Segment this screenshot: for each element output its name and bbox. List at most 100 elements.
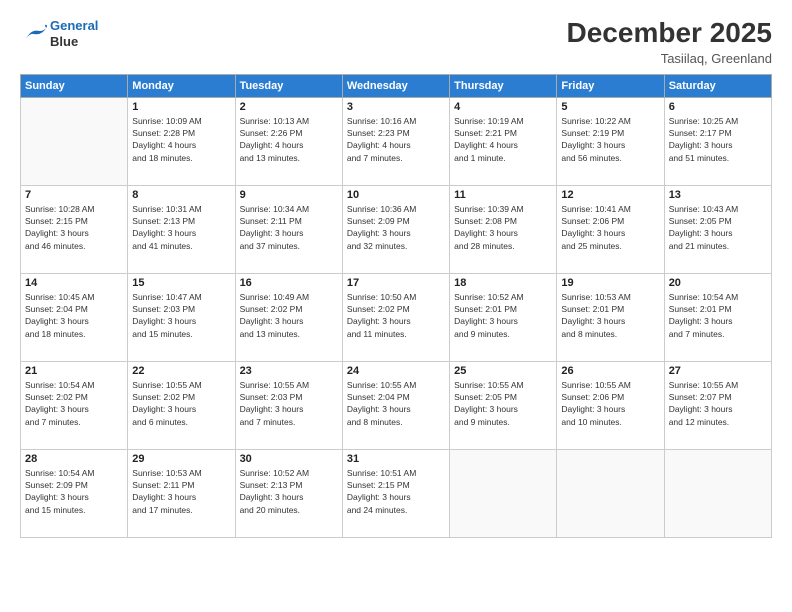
table-row: 30 Sunrise: 10:52 AM Sunset: 2:13 PM Dayl… bbox=[235, 449, 342, 537]
day-info: Sunrise: 10:53 AM Sunset: 2:11 PM Daylig… bbox=[132, 467, 230, 516]
table-row: 13Sunrise: 10:43 AM Sunset: 2:05 PM Dayl… bbox=[664, 185, 771, 273]
day-info: Sunrise: 10:34 AM Sunset: 2:11 PM Daylig… bbox=[240, 203, 338, 252]
month-title: December 2025 bbox=[567, 18, 772, 49]
day-info: Sunrise: 10:22 AM Sunset: 2:19 PM Daylig… bbox=[561, 115, 659, 164]
table-row: 5 Sunrise: 10:22 AM Sunset: 2:19 PM Dayli… bbox=[557, 97, 664, 185]
day-info: Sunrise: 10:31 AM Sunset: 2:13 PM Daylig… bbox=[132, 203, 230, 252]
table-row: 24 Sunrise: 10:55 AM Sunset: 2:04 PM Dayl… bbox=[342, 361, 449, 449]
table-row bbox=[21, 97, 128, 185]
header-tuesday: Tuesday bbox=[235, 74, 342, 97]
day-info: Sunrise: 10:54 AM Sunset: 2:02 PM Daylig… bbox=[25, 379, 123, 428]
day-number: 2 bbox=[240, 101, 338, 113]
calendar-table: Sunday Monday Tuesday Wednesday Thursday… bbox=[20, 74, 772, 538]
day-number: 18 bbox=[454, 277, 552, 289]
day-number: 28 bbox=[25, 453, 123, 465]
day-info: Sunrise: 10:25 AM Sunset: 2:17 PM Daylig… bbox=[669, 115, 767, 164]
table-row: 20 Sunrise: 10:54 AM Sunset: 2:01 PM Dayl… bbox=[664, 273, 771, 361]
table-row bbox=[450, 449, 557, 537]
table-row: 8Sunrise: 10:31 AM Sunset: 2:13 PM Dayli… bbox=[128, 185, 235, 273]
day-info: Sunrise: 10:54 AM Sunset: 2:01 PM Daylig… bbox=[669, 291, 767, 340]
day-number: 13 bbox=[669, 189, 767, 201]
table-row: 10 Sunrise: 10:36 AM Sunset: 2:09 PM Dayl… bbox=[342, 185, 449, 273]
day-info: Sunrise: 10:36 AM Sunset: 2:09 PM Daylig… bbox=[347, 203, 445, 252]
table-row: 28 Sunrise: 10:54 AM Sunset: 2:09 PM Dayl… bbox=[21, 449, 128, 537]
table-row: 12Sunrise: 10:41 AM Sunset: 2:06 PM Dayl… bbox=[557, 185, 664, 273]
table-row: 11Sunrise: 10:39 AM Sunset: 2:08 PM Dayl… bbox=[450, 185, 557, 273]
calendar-week-row: 1 Sunrise: 10:09 AM Sunset: 2:28 PM Dayli… bbox=[21, 97, 772, 185]
day-number: 15 bbox=[132, 277, 230, 289]
page-header: General Blue December 2025 Tasiilaq, Gre… bbox=[20, 18, 772, 66]
calendar-week-row: 7 Sunrise: 10:28 AM Sunset: 2:15 PM Dayli… bbox=[21, 185, 772, 273]
day-number: 17 bbox=[347, 277, 445, 289]
day-number: 26 bbox=[561, 365, 659, 377]
table-row: 1 Sunrise: 10:09 AM Sunset: 2:28 PM Dayli… bbox=[128, 97, 235, 185]
table-row: 25Sunrise: 10:55 AM Sunset: 2:05 PM Dayl… bbox=[450, 361, 557, 449]
table-row: 3 Sunrise: 10:16 AM Sunset: 2:23 PM Dayli… bbox=[342, 97, 449, 185]
calendar-week-row: 28 Sunrise: 10:54 AM Sunset: 2:09 PM Dayl… bbox=[21, 449, 772, 537]
day-info: Sunrise: 10:55 AM Sunset: 2:07 PM Daylig… bbox=[669, 379, 767, 428]
table-row: 14Sunrise: 10:45 AM Sunset: 2:04 PM Dayl… bbox=[21, 273, 128, 361]
day-info: Sunrise: 10:45 AM Sunset: 2:04 PM Daylig… bbox=[25, 291, 123, 340]
day-info: Sunrise: 10:28 AM Sunset: 2:15 PM Daylig… bbox=[25, 203, 123, 252]
table-row: 26 Sunrise: 10:55 AM Sunset: 2:06 PM Dayl… bbox=[557, 361, 664, 449]
logo-text: General Blue bbox=[50, 18, 98, 49]
day-info: Sunrise: 10:39 AM Sunset: 2:08 PM Daylig… bbox=[454, 203, 552, 252]
table-row: 2 Sunrise: 10:13 AM Sunset: 2:26 PM Dayli… bbox=[235, 97, 342, 185]
day-info: Sunrise: 10:55 AM Sunset: 2:04 PM Daylig… bbox=[347, 379, 445, 428]
table-row: 23Sunrise: 10:55 AM Sunset: 2:03 PM Dayl… bbox=[235, 361, 342, 449]
logo-bird-icon bbox=[20, 23, 48, 45]
table-row: 4 Sunrise: 10:19 AM Sunset: 2:21 PM Dayli… bbox=[450, 97, 557, 185]
table-row: 6 Sunrise: 10:25 AM Sunset: 2:17 PM Dayli… bbox=[664, 97, 771, 185]
day-info: Sunrise: 10:55 AM Sunset: 2:05 PM Daylig… bbox=[454, 379, 552, 428]
day-number: 10 bbox=[347, 189, 445, 201]
table-row: 21 Sunrise: 10:54 AM Sunset: 2:02 PM Dayl… bbox=[21, 361, 128, 449]
day-info: Sunrise: 10:41 AM Sunset: 2:06 PM Daylig… bbox=[561, 203, 659, 252]
day-info: Sunrise: 10:47 AM Sunset: 2:03 PM Daylig… bbox=[132, 291, 230, 340]
day-number: 6 bbox=[669, 101, 767, 113]
table-row: 31Sunrise: 10:51 AM Sunset: 2:15 PM Dayl… bbox=[342, 449, 449, 537]
day-info: Sunrise: 10:16 AM Sunset: 2:23 PM Daylig… bbox=[347, 115, 445, 164]
day-number: 7 bbox=[25, 189, 123, 201]
location: Tasiilaq, Greenland bbox=[567, 51, 772, 66]
day-number: 19 bbox=[561, 277, 659, 289]
day-info: Sunrise: 10:52 AM Sunset: 2:13 PM Daylig… bbox=[240, 467, 338, 516]
day-info: Sunrise: 10:52 AM Sunset: 2:01 PM Daylig… bbox=[454, 291, 552, 340]
day-info: Sunrise: 10:55 AM Sunset: 2:06 PM Daylig… bbox=[561, 379, 659, 428]
calendar-page: General Blue December 2025 Tasiilaq, Gre… bbox=[0, 0, 792, 612]
day-number: 23 bbox=[240, 365, 338, 377]
day-number: 29 bbox=[132, 453, 230, 465]
day-info: Sunrise: 10:54 AM Sunset: 2:09 PM Daylig… bbox=[25, 467, 123, 516]
day-info: Sunrise: 10:49 AM Sunset: 2:02 PM Daylig… bbox=[240, 291, 338, 340]
table-row: 15 Sunrise: 10:47 AM Sunset: 2:03 PM Dayl… bbox=[128, 273, 235, 361]
day-info: Sunrise: 10:19 AM Sunset: 2:21 PM Daylig… bbox=[454, 115, 552, 164]
table-row: 7 Sunrise: 10:28 AM Sunset: 2:15 PM Dayli… bbox=[21, 185, 128, 273]
table-row: 17Sunrise: 10:50 AM Sunset: 2:02 PM Dayl… bbox=[342, 273, 449, 361]
day-info: Sunrise: 10:13 AM Sunset: 2:26 PM Daylig… bbox=[240, 115, 338, 164]
day-info: Sunrise: 10:09 AM Sunset: 2:28 PM Daylig… bbox=[132, 115, 230, 164]
table-row: 27 Sunrise: 10:55 AM Sunset: 2:07 PM Dayl… bbox=[664, 361, 771, 449]
day-number: 20 bbox=[669, 277, 767, 289]
day-info: Sunrise: 10:55 AM Sunset: 2:02 PM Daylig… bbox=[132, 379, 230, 428]
table-row: 16 Sunrise: 10:49 AM Sunset: 2:02 PM Dayl… bbox=[235, 273, 342, 361]
calendar-header-row: Sunday Monday Tuesday Wednesday Thursday… bbox=[21, 74, 772, 97]
title-block: December 2025 Tasiilaq, Greenland bbox=[567, 18, 772, 66]
calendar-week-row: 21 Sunrise: 10:54 AM Sunset: 2:02 PM Dayl… bbox=[21, 361, 772, 449]
day-number: 21 bbox=[25, 365, 123, 377]
table-row bbox=[557, 449, 664, 537]
day-number: 27 bbox=[669, 365, 767, 377]
day-number: 30 bbox=[240, 453, 338, 465]
day-number: 24 bbox=[347, 365, 445, 377]
day-number: 3 bbox=[347, 101, 445, 113]
table-row: 22Sunrise: 10:55 AM Sunset: 2:02 PM Dayl… bbox=[128, 361, 235, 449]
day-number: 9 bbox=[240, 189, 338, 201]
day-number: 31 bbox=[347, 453, 445, 465]
table-row: 9 Sunrise: 10:34 AM Sunset: 2:11 PM Dayli… bbox=[235, 185, 342, 273]
header-sunday: Sunday bbox=[21, 74, 128, 97]
day-number: 4 bbox=[454, 101, 552, 113]
day-number: 1 bbox=[132, 101, 230, 113]
day-number: 5 bbox=[561, 101, 659, 113]
calendar-week-row: 14Sunrise: 10:45 AM Sunset: 2:04 PM Dayl… bbox=[21, 273, 772, 361]
header-friday: Friday bbox=[557, 74, 664, 97]
day-number: 16 bbox=[240, 277, 338, 289]
header-wednesday: Wednesday bbox=[342, 74, 449, 97]
